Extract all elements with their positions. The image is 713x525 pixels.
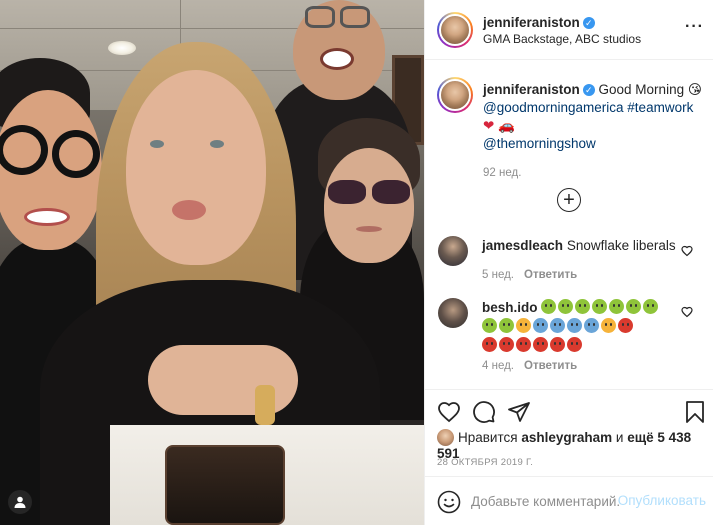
emoji-face-icon — [533, 318, 548, 333]
emoji-face-icon — [533, 337, 548, 352]
emoji-face-icon — [499, 318, 514, 333]
share-icon[interactable] — [507, 400, 531, 424]
commenter-avatar[interactable] — [438, 298, 468, 328]
caption-author[interactable]: jenniferaniston — [483, 82, 580, 97]
reply-button[interactable]: Ответить — [524, 269, 577, 281]
emoji-face-icon — [567, 318, 582, 333]
heart-icon[interactable] — [681, 306, 693, 318]
emoji-face-icon — [516, 318, 531, 333]
comment-author[interactable]: besh.ido — [482, 300, 538, 315]
plus-circle-icon[interactable]: + — [557, 188, 581, 212]
kiss-emoji-icon: 😘 — [687, 82, 702, 97]
hashtag-link[interactable]: #teamwork — [627, 100, 693, 115]
add-comment-bar: Опубликовать — [425, 476, 713, 525]
emoji-face-icon — [601, 318, 616, 333]
heart-emoji-icon: ❤ — [483, 118, 495, 133]
likes-joiner: и — [615, 430, 624, 445]
emoji-face-icon — [626, 299, 642, 314]
mention-link[interactable]: @goodmorningamerica — [483, 100, 624, 115]
emoji-face-icon — [516, 337, 531, 352]
commenter-avatar[interactable] — [438, 236, 468, 266]
comment-author[interactable]: jamesdleach — [482, 238, 563, 253]
post-photo[interactable] — [0, 0, 424, 525]
comment-icon[interactable] — [472, 400, 496, 424]
liker-username[interactable]: ashleygraham — [521, 430, 612, 445]
caption-age[interactable]: 92 нед. — [483, 167, 521, 179]
car-emoji-icon: 🚗 — [498, 118, 515, 133]
comment-text: Snowflake liberals — [566, 238, 676, 253]
author-username[interactable]: jenniferaniston — [483, 15, 580, 30]
action-bar — [425, 389, 713, 431]
post-side-panel: jenniferaniston ✓ GMA Backstage, ABC stud… — [424, 0, 713, 525]
user-tag-icon[interactable] — [8, 490, 32, 514]
mention-link[interactable]: @themorningshow — [483, 136, 596, 151]
likes-prefix: Нравится — [458, 430, 518, 445]
emoji-face-icon — [550, 337, 565, 352]
comments-list[interactable]: jenniferaniston ✓ Good Morning 😘 @goodmor… — [425, 61, 713, 389]
emoji-face-icon — [558, 299, 574, 314]
publish-button[interactable]: Опубликовать — [618, 493, 706, 508]
smile-icon[interactable] — [437, 490, 461, 514]
verified-icon: ✓ — [582, 84, 595, 97]
emoji-face-icon — [575, 299, 591, 314]
post-header: jenniferaniston ✓ GMA Backstage, ABC stud… — [425, 0, 713, 60]
ceiling-lamp — [108, 41, 136, 55]
post-location[interactable]: GMA Backstage, ABC studios — [483, 32, 641, 46]
emoji-face-icon — [643, 299, 659, 314]
heart-icon[interactable] — [681, 245, 693, 257]
comment-input[interactable] — [471, 491, 621, 511]
reply-button[interactable]: Ответить — [524, 360, 577, 372]
post-date[interactable]: 28 ОКТЯБРЯ 2019 Г. — [437, 457, 533, 468]
more-horizontal-icon[interactable]: ··· — [685, 18, 704, 36]
author-avatar[interactable] — [437, 12, 473, 48]
bookmark-icon[interactable] — [683, 400, 707, 424]
emoji-face-icon — [592, 299, 608, 314]
comment-age[interactable]: 5 нед. — [482, 269, 514, 281]
emoji-face-icon — [567, 337, 582, 352]
emoji-face-icon — [499, 337, 514, 352]
phone-on-table — [165, 445, 285, 525]
emoji-face-icon — [609, 299, 625, 314]
emoji-face-icon — [541, 299, 557, 314]
caption-text: Good Morning — [598, 82, 685, 97]
comment-age[interactable]: 4 нед. — [482, 360, 514, 372]
emoji-face-icon — [550, 318, 565, 333]
emoji-face-icon — [618, 318, 633, 333]
emoji-face-icon — [482, 318, 497, 333]
emoji-face-icon — [482, 337, 497, 352]
caption-author-avatar[interactable] — [437, 77, 473, 113]
heart-icon[interactable] — [437, 400, 461, 424]
emoji-face-icon — [584, 318, 599, 333]
liker-avatar[interactable] — [437, 429, 454, 446]
verified-icon: ✓ — [582, 17, 595, 30]
